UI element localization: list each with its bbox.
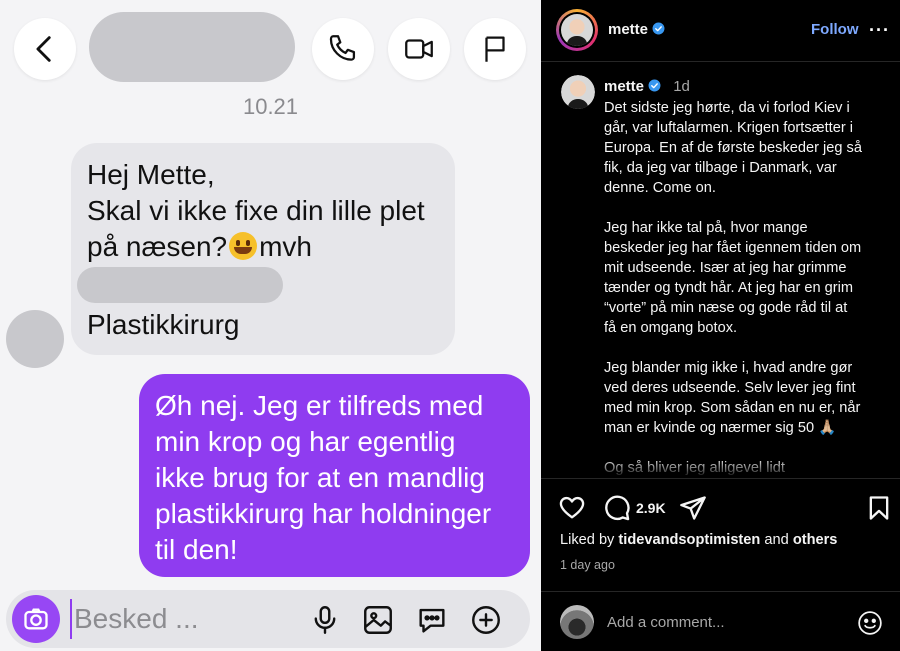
message-line: Hej Mette, xyxy=(87,159,215,190)
share-icon xyxy=(680,496,706,520)
liked-by-prefix: Liked by xyxy=(560,532,615,548)
caption-line: man er kvinde og nærmer sig 50 🙏🏼 xyxy=(604,420,837,436)
sender-name-redacted xyxy=(77,267,283,303)
message-line: Skal vi ikke fixe din lille plet xyxy=(87,195,425,226)
caption-line: med min krop. Som sådan en nu er, når xyxy=(604,400,861,416)
phone-icon xyxy=(329,35,356,61)
message-line: Plastikkirurg xyxy=(87,309,240,340)
caption-line: denne. Come on. xyxy=(604,180,716,196)
more-options-button[interactable] xyxy=(469,603,503,637)
camera-icon xyxy=(24,608,48,630)
gallery-button[interactable] xyxy=(361,603,395,637)
like-button[interactable] xyxy=(558,494,586,522)
outgoing-message-bubble: Øh nej. Jeg er tilfreds med min krop og … xyxy=(139,374,530,577)
caption-avatar[interactable] xyxy=(561,75,595,109)
caption-line: Europa. En af de første beskeder jeg så xyxy=(604,140,862,156)
post-age[interactable]: 1 day ago xyxy=(560,558,615,572)
avatar-ring xyxy=(559,12,595,48)
caption-text: Det sidste jeg hørte, da vi forlod Kiev … xyxy=(604,98,884,478)
caption-paragraph-gap xyxy=(604,338,884,358)
message-line: Øh nej. Jeg er tilfreds med xyxy=(155,390,484,421)
grinning-face-emoji-icon xyxy=(229,232,258,260)
caption-area: mette 1d Det sidste jeg hørte, da vi for… xyxy=(541,63,900,478)
camera-button[interactable] xyxy=(12,595,60,643)
username-text: mette xyxy=(608,21,649,38)
liked-by-user[interactable]: tidevandsoptimisten xyxy=(618,532,760,548)
report-button[interactable] xyxy=(464,18,526,80)
caption-line: beskeder jeg har fået igennem tiden om xyxy=(604,240,862,256)
heart-icon xyxy=(559,496,585,519)
back-icon xyxy=(36,36,51,62)
chat-screenshot: 10.21 Hej Mette, Skal vi ikke fixe din l… xyxy=(0,0,541,651)
message-line: på næsen? mvh xyxy=(87,229,439,265)
video-call-button[interactable] xyxy=(388,18,450,80)
sticker-button[interactable] xyxy=(415,603,449,637)
caption-line: fik, da jeg var tilbage i Danmark, var xyxy=(604,160,837,176)
instagram-post-panel: mette Follow ··· mette 1d Det sidste jeg… xyxy=(541,0,900,651)
message-line: min krop og har egentlig xyxy=(155,426,456,457)
caption-line: mit udseende. Især at jeg har grimme xyxy=(604,260,847,276)
caption-paragraph-gap xyxy=(604,198,884,218)
profile-avatar[interactable] xyxy=(556,9,598,51)
profile-username[interactable]: mette xyxy=(608,21,665,38)
current-user-avatar xyxy=(560,605,594,639)
caption-line: Jeg har ikke tal på, hvor mange xyxy=(604,220,808,236)
message-text: mvh xyxy=(259,231,313,262)
video-icon xyxy=(405,39,433,59)
contact-name-redacted xyxy=(89,12,295,82)
liked-by-others[interactable]: others xyxy=(793,532,838,548)
post-header: mette Follow ··· xyxy=(541,0,900,62)
save-button[interactable] xyxy=(865,494,893,522)
message-text: på næsen? xyxy=(87,231,228,262)
flag-icon xyxy=(485,36,505,62)
caption-line: få en omgang botox. xyxy=(604,320,738,336)
message-line: plastikkirurg har holdninger xyxy=(155,498,492,529)
caption-line: går, var luftalarmen. Krigen fortsætter … xyxy=(604,120,854,136)
liked-by-line: Liked by tidevandsoptimisten and others xyxy=(560,532,837,548)
liked-by-and: and xyxy=(764,532,789,548)
caption-line: Jeg blander mig ikke i, hvad andre gør xyxy=(604,360,853,376)
caption-line: tænder og tyndt hår. At jeg har en grim xyxy=(604,280,854,296)
follow-button[interactable]: Follow xyxy=(811,21,859,38)
mic-icon xyxy=(314,606,336,634)
back-button[interactable] xyxy=(14,18,76,80)
verified-badge-icon xyxy=(652,22,665,35)
message-composer xyxy=(6,590,530,648)
verified-badge-icon xyxy=(648,79,661,92)
avatar-image xyxy=(561,14,593,46)
caption-header: mette 1d xyxy=(604,78,690,95)
emoji-icon xyxy=(858,611,882,635)
caption-username[interactable]: mette xyxy=(604,78,644,95)
share-button[interactable] xyxy=(679,494,707,522)
microphone-button[interactable] xyxy=(308,603,342,637)
caption-line: ved deres udseende. Selv lever jeg fint xyxy=(604,380,856,396)
avatar-image xyxy=(561,75,595,109)
caption-paragraph-gap xyxy=(604,438,884,458)
comment-count: 2.9K xyxy=(636,500,666,516)
comment-icon xyxy=(605,495,630,521)
bookmark-icon xyxy=(869,496,889,520)
message-timestamp: 10.21 xyxy=(242,94,299,119)
plus-icon xyxy=(472,606,500,634)
call-button[interactable] xyxy=(312,18,374,80)
message-line: til den! xyxy=(155,534,238,565)
comment-button[interactable] xyxy=(603,494,631,522)
sender-avatar xyxy=(6,310,64,368)
caption-fade xyxy=(541,458,900,478)
caption-line: “vorte” på min næse og gode råd til at xyxy=(604,300,848,316)
message-line: ikke brug for at en mandlig xyxy=(155,462,485,493)
emoji-picker-button[interactable] xyxy=(857,610,883,636)
incoming-message-bubble: Hej Mette, Skal vi ikke fixe din lille p… xyxy=(71,143,455,355)
more-options-button[interactable]: ··· xyxy=(869,20,890,41)
caption-age: 1d xyxy=(673,78,690,95)
comment-bar xyxy=(541,591,900,651)
caption-line: Det sidste jeg hørte, da vi forlod Kiev … xyxy=(604,100,850,116)
sticker-icon xyxy=(419,608,445,633)
gallery-icon xyxy=(364,606,392,634)
message-input[interactable] xyxy=(70,599,270,639)
comment-input[interactable] xyxy=(607,611,837,633)
